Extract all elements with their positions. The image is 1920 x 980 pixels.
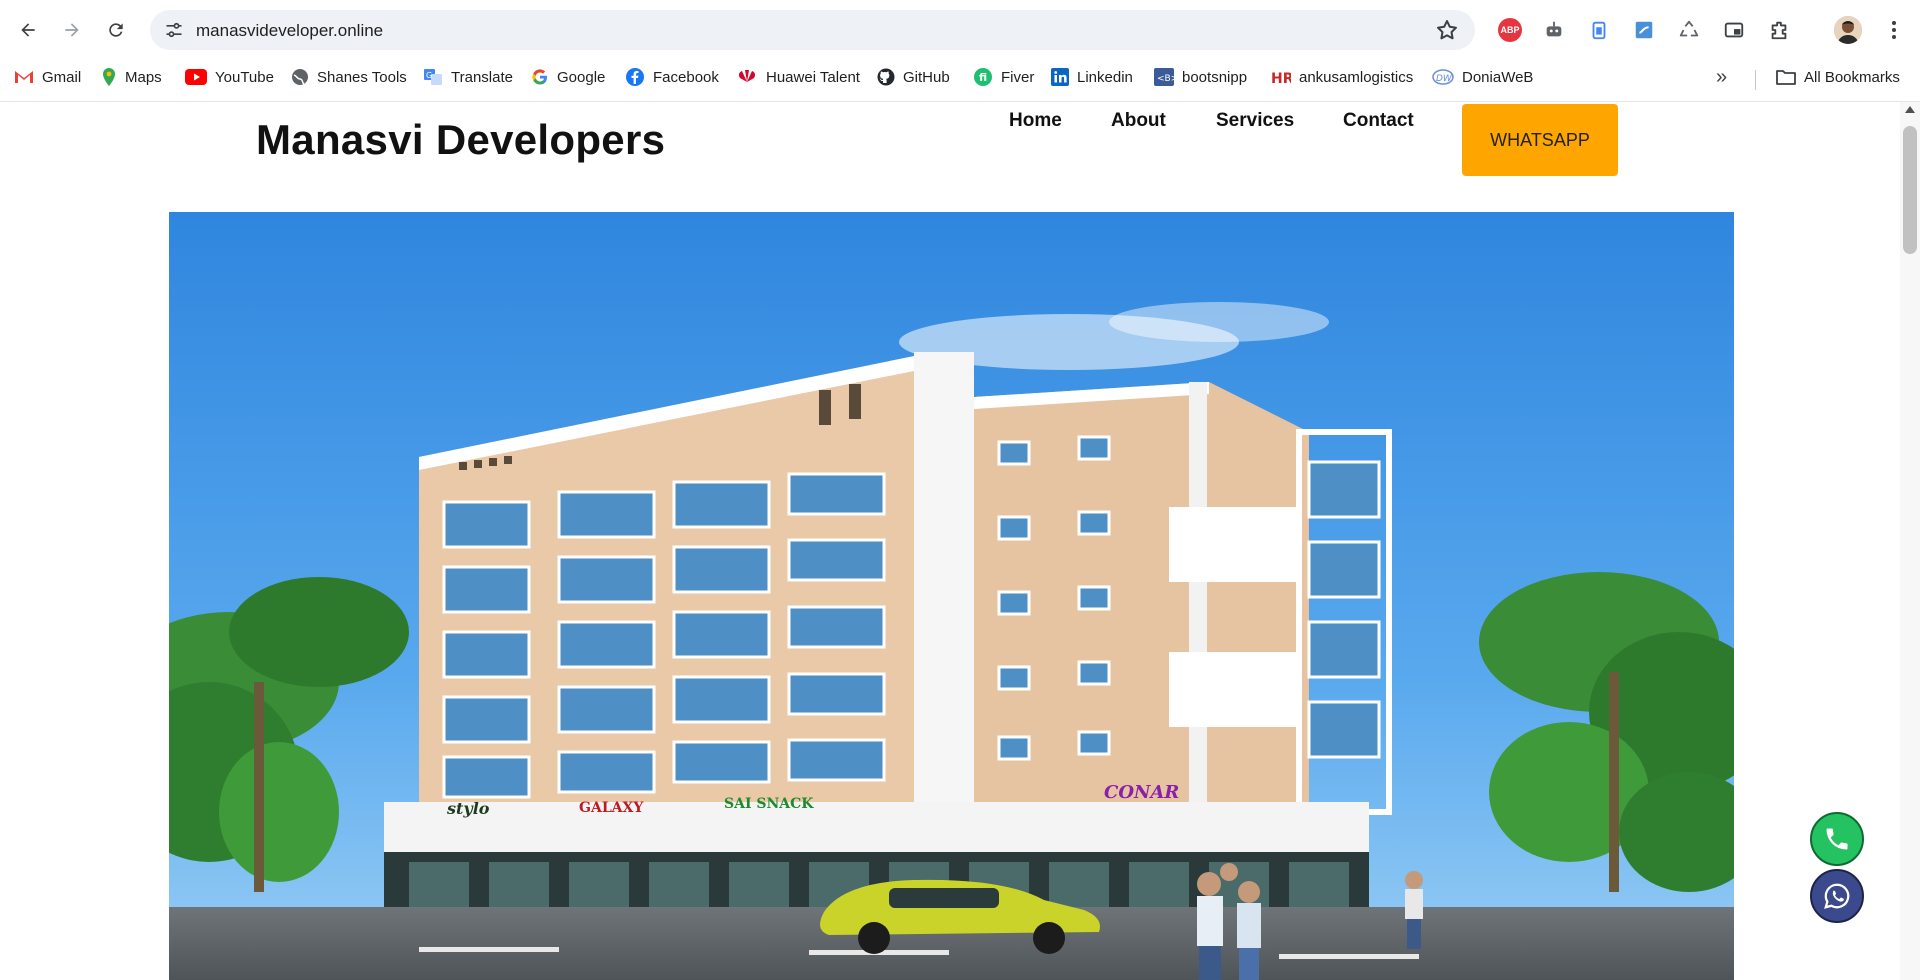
browser-toolbar: manasvideveloper.online ABP bbox=[0, 0, 1920, 60]
bootsnipp-icon: <B> bbox=[1154, 68, 1174, 86]
call-floating-button[interactable] bbox=[1810, 812, 1864, 866]
scroll-up-arrow-icon[interactable] bbox=[1905, 106, 1915, 113]
bookmark-maps[interactable]: Maps bbox=[101, 60, 162, 94]
bookmark-google[interactable]: Google bbox=[531, 60, 605, 94]
doniaweb-icon: DW bbox=[1432, 69, 1454, 85]
google-icon bbox=[532, 69, 547, 85]
hero-building-image: stylo GALAXY SAI SNACK CONAR bbox=[169, 212, 1734, 980]
bookmark-gmail[interactable]: Gmail bbox=[14, 60, 81, 94]
bookmark-linkedin[interactable]: Linkedin bbox=[1051, 60, 1133, 94]
bookmark-star-icon[interactable] bbox=[1435, 18, 1459, 42]
snip-extension-icon[interactable] bbox=[1631, 17, 1657, 43]
svg-text:DW: DW bbox=[1436, 74, 1453, 84]
browser-menu-button[interactable] bbox=[1882, 16, 1906, 44]
globe-icon bbox=[292, 69, 308, 85]
all-bookmarks-button[interactable]: All Bookmarks bbox=[1776, 60, 1900, 94]
huawei-icon bbox=[738, 70, 756, 82]
profile-avatar[interactable] bbox=[1834, 16, 1862, 44]
url-text[interactable]: manasvideveloper.online bbox=[196, 21, 383, 41]
bookmark-youtube[interactable]: YouTube bbox=[185, 60, 274, 94]
bookmark-bootsnipp[interactable]: <B> bootsnipp bbox=[1154, 60, 1247, 94]
bookmark-shanes-tools[interactable]: Shanes Tools bbox=[291, 60, 407, 94]
scrollbar-thumb[interactable] bbox=[1903, 126, 1917, 254]
adblock-plus-icon[interactable]: ABP bbox=[1497, 17, 1523, 43]
youtube-icon bbox=[185, 69, 207, 85]
facebook-icon bbox=[626, 68, 644, 86]
forward-button[interactable] bbox=[56, 14, 88, 46]
arrow-right-icon bbox=[65, 23, 79, 37]
whatsapp-icon bbox=[1824, 883, 1850, 909]
picture-in-picture-icon[interactable] bbox=[1721, 17, 1747, 43]
fiverr-icon: fi bbox=[974, 68, 992, 86]
bookmark-facebook[interactable]: Facebook bbox=[625, 60, 719, 94]
nav-services[interactable]: Services bbox=[1216, 110, 1294, 132]
whatsapp-floating-button[interactable] bbox=[1810, 869, 1864, 923]
bookmark-doniaweb[interactable]: DW DoniaWeB bbox=[1432, 60, 1533, 94]
clipboard-extension-icon[interactable] bbox=[1586, 17, 1612, 43]
gmail-icon bbox=[15, 71, 33, 83]
bookmark-translate[interactable]: G Translate bbox=[423, 60, 513, 94]
bookmark-fiver[interactable]: fi Fiver bbox=[973, 60, 1034, 94]
svg-text:<B>: <B> bbox=[1157, 74, 1174, 84]
storefront-sign-conar: CONAR bbox=[1104, 782, 1179, 803]
back-button[interactable] bbox=[12, 14, 44, 46]
nav-home[interactable]: Home bbox=[1009, 110, 1062, 132]
address-bar[interactable]: manasvideveloper.online bbox=[150, 10, 1475, 50]
more-bookmarks-chevron-icon[interactable]: » bbox=[1716, 66, 1727, 89]
page-viewport: Manasvi Developers Home About Services C… bbox=[0, 102, 1900, 980]
svg-text:HR: HR bbox=[1271, 71, 1291, 85]
site-settings-icon[interactable] bbox=[164, 20, 184, 40]
nav-contact[interactable]: Contact bbox=[1343, 110, 1414, 132]
site-brand[interactable]: Manasvi Developers bbox=[256, 116, 665, 164]
bookmark-github[interactable]: GitHub bbox=[877, 60, 950, 94]
reload-button[interactable] bbox=[100, 14, 132, 46]
arrow-left-icon bbox=[21, 23, 35, 37]
linkedin-icon bbox=[1051, 68, 1069, 86]
bookmarks-bar: Gmail Maps YouTube Shanes Tools G Transl… bbox=[0, 60, 1920, 102]
storefront-sign-sai-snack: SAI SNACK bbox=[724, 796, 814, 812]
storefront-sign-stylo: stylo bbox=[446, 799, 490, 818]
bookmarks-separator bbox=[1755, 70, 1756, 90]
storefront-sign-galaxy: GALAXY bbox=[579, 800, 644, 816]
robot-extension-icon[interactable] bbox=[1541, 17, 1567, 43]
svg-text:G: G bbox=[426, 71, 432, 80]
bookmark-ankusamlogistics[interactable]: HR ankusamlogistics bbox=[1271, 60, 1413, 94]
maps-icon bbox=[103, 68, 115, 86]
page-scrollbar[interactable] bbox=[1900, 102, 1920, 980]
recycle-extension-icon[interactable] bbox=[1676, 17, 1702, 43]
phone-icon bbox=[1826, 828, 1848, 850]
translate-icon: G bbox=[424, 69, 442, 85]
github-icon bbox=[877, 68, 895, 86]
whatsapp-cta-button[interactable]: WHATSAPP bbox=[1462, 104, 1618, 176]
bookmark-huawei-talent[interactable]: Huawei Talent bbox=[736, 60, 860, 94]
svg-text:fi: fi bbox=[979, 71, 987, 84]
nav-about[interactable]: About bbox=[1111, 110, 1166, 132]
folder-icon bbox=[1776, 70, 1796, 85]
reload-icon bbox=[109, 23, 123, 37]
extensions-puzzle-icon[interactable] bbox=[1766, 17, 1792, 43]
hr-icon: HR bbox=[1271, 71, 1291, 85]
